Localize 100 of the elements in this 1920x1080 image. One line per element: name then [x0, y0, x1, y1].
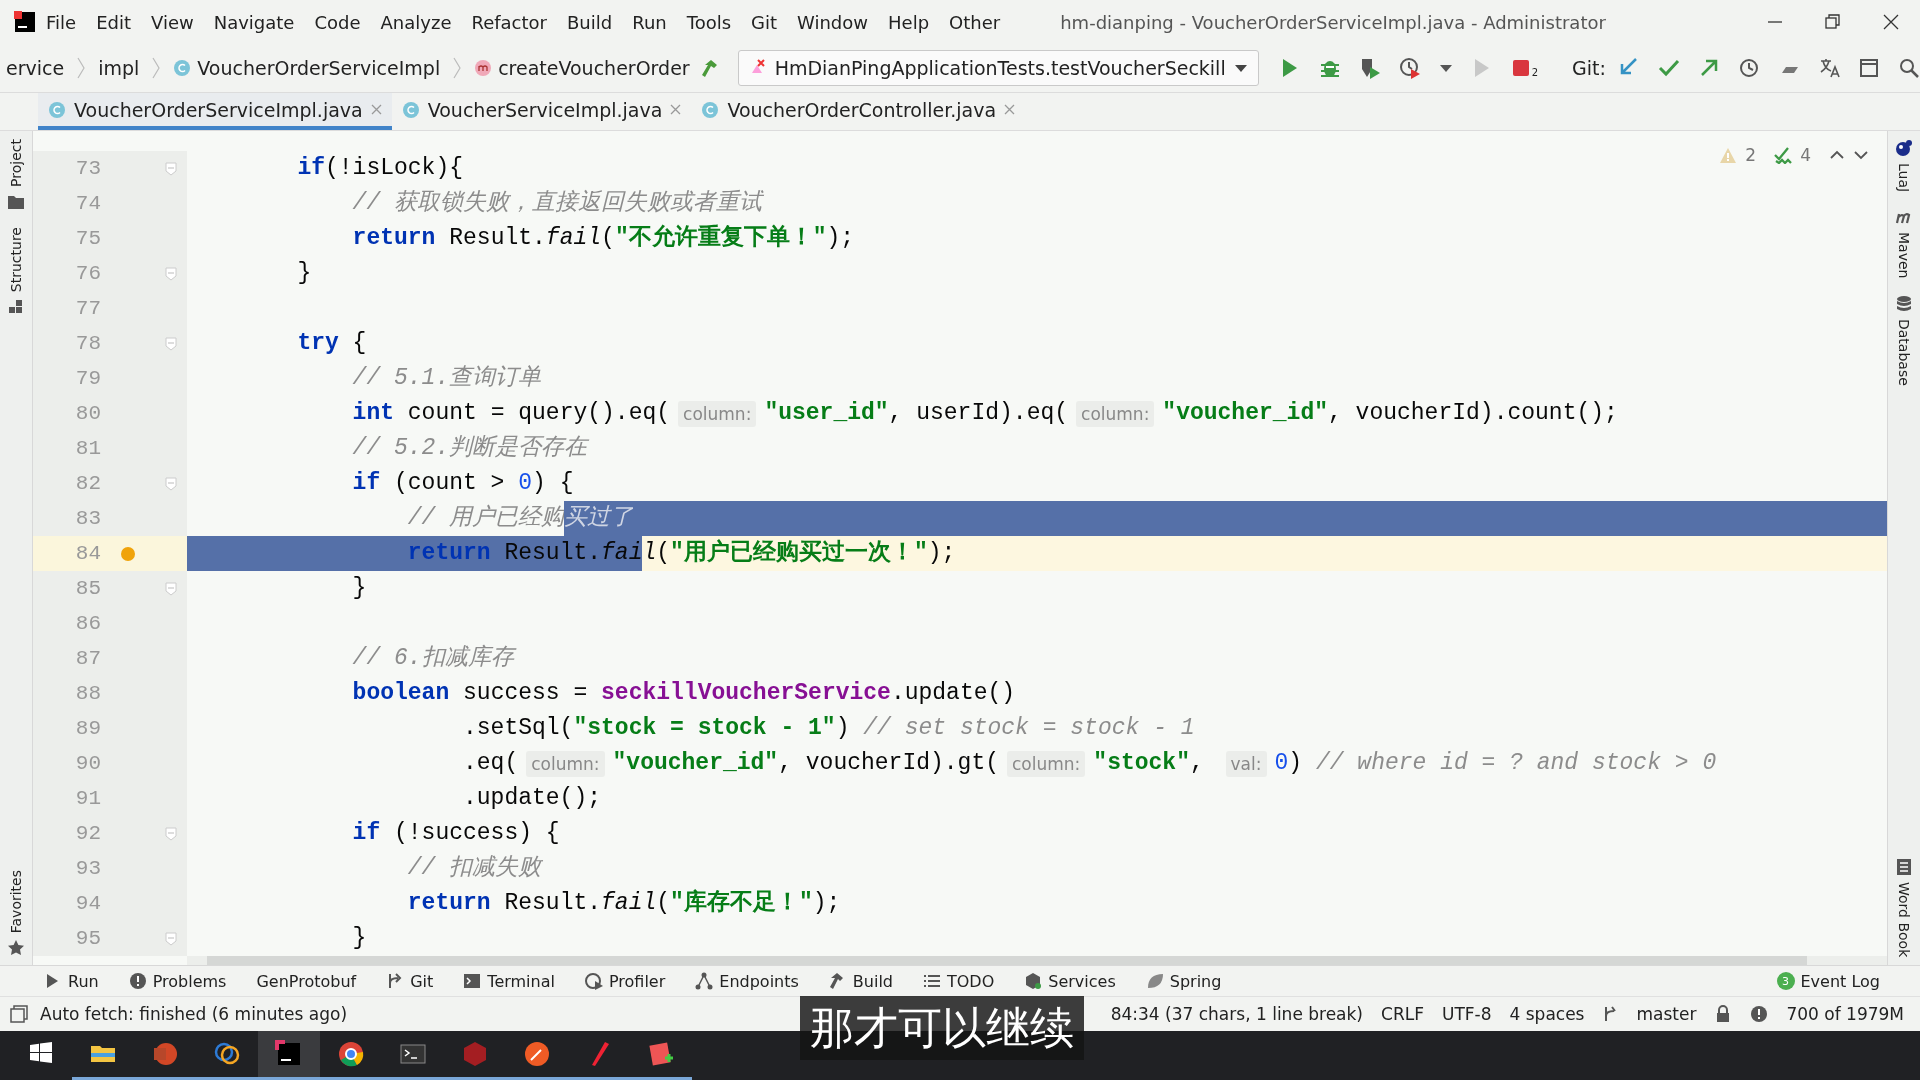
menu-item[interactable]: Refactor	[461, 11, 557, 33]
breadcrumb[interactable]: VoucherOrderServiceImpl	[167, 57, 447, 79]
line-number: 91	[74, 787, 101, 810]
browser-icon[interactable]	[337, 1040, 365, 1068]
tool-window-button[interactable]: Terminal	[463, 971, 555, 991]
tool-window-button[interactable]: Problems	[128, 971, 227, 991]
code-text: }	[297, 259, 312, 288]
breadcrumb[interactable]: createVoucherOrder	[468, 57, 696, 79]
status-item[interactable]: 4 spaces	[1509, 1004, 1585, 1024]
file-tab[interactable]: VoucherServiceImpl.java	[391, 93, 692, 130]
caret-icon[interactable]	[1438, 63, 1453, 73]
menu-item[interactable]: Help	[878, 11, 940, 33]
tool-window-button[interactable]: Project	[8, 139, 24, 187]
menu-item[interactable]: Other	[939, 11, 1011, 33]
line-number: 92	[74, 822, 101, 845]
stop-button[interactable]: 2	[1510, 58, 1539, 78]
ide-icon[interactable]	[275, 1040, 303, 1068]
app-logo-icon[interactable]	[14, 11, 36, 33]
warning-count: 2	[1745, 145, 1757, 165]
menu-item[interactable]: Navigate	[203, 11, 305, 33]
tool-window-button[interactable]: GenProtobuf	[256, 971, 357, 991]
menu-item[interactable]: Window	[787, 11, 879, 33]
code-keyword: if	[352, 819, 381, 848]
menu-item[interactable]: Build	[557, 11, 623, 33]
status-item[interactable]: UTF-8	[1441, 1004, 1492, 1024]
menu-item[interactable]: Code	[304, 11, 371, 33]
restore-icon[interactable]	[1824, 14, 1842, 30]
menu-item[interactable]: Git	[741, 11, 788, 33]
tool-window-button[interactable]: Profiler	[584, 971, 666, 991]
chevron-up-icon[interactable]	[1829, 149, 1845, 161]
checkmark-icon[interactable]	[1657, 57, 1680, 79]
window-icon[interactable]	[1857, 57, 1880, 79]
tool-window-button[interactable]: Spring	[1145, 971, 1222, 991]
chevron-down-icon[interactable]	[1853, 149, 1869, 161]
presentation-app-icon[interactable]	[151, 1040, 179, 1068]
method-name: fail	[545, 224, 602, 253]
file-tab[interactable]: VoucherOrderServiceImpl.java	[38, 93, 392, 130]
tool-window-button[interactable]: Endpoints	[695, 971, 799, 991]
menu-item[interactable]: Run	[622, 11, 677, 33]
tool-window-button[interactable]: Services	[1024, 971, 1116, 991]
line-number: 95	[74, 927, 101, 950]
panel-toggle-icon[interactable]	[10, 1005, 28, 1023]
fold-marker-icon[interactable]	[165, 336, 177, 351]
line-number: 76	[74, 262, 101, 285]
tool-window-button[interactable]: Structure	[8, 226, 24, 293]
parameter-hint: column:	[1007, 750, 1086, 777]
git-label: Git:	[1572, 57, 1606, 79]
close-icon[interactable]	[1882, 14, 1900, 30]
tool-window-button[interactable]: Run	[44, 971, 99, 991]
leaf-icon	[1145, 972, 1164, 990]
breadcrumb[interactable]: ervice	[0, 57, 71, 79]
code-comment: // 用户已经购	[407, 503, 565, 533]
menu-item[interactable]: Tools	[676, 11, 742, 33]
planet-icon[interactable]	[1895, 139, 1913, 157]
status-item[interactable]: CRLF	[1381, 1004, 1424, 1024]
profiler-icon[interactable]	[1398, 57, 1421, 79]
code-text: ) {	[532, 469, 574, 498]
file-tab[interactable]: VoucherOrderController.java	[691, 93, 1026, 130]
star-icon[interactable]	[7, 939, 25, 957]
menu-item[interactable]: File	[36, 11, 87, 33]
tool-window-button[interactable]: LuaJ	[1896, 163, 1912, 193]
event-log-button[interactable]: 3 Event Log	[1776, 971, 1880, 991]
tool-window-button[interactable]: Word Book	[1896, 881, 1912, 957]
fold-marker-icon[interactable]	[165, 826, 177, 841]
database-icon[interactable]	[1895, 294, 1913, 313]
fold-marker-icon[interactable]	[165, 266, 177, 281]
code-text: )	[1288, 749, 1304, 778]
number-literal: 0	[518, 469, 533, 498]
book-icon[interactable]	[1895, 857, 1913, 876]
tool-window-button[interactable]: Maven	[1896, 232, 1912, 279]
notepad-icon[interactable]	[647, 1040, 675, 1068]
fold-marker-icon[interactable]	[165, 476, 177, 491]
scrollbar-thumb[interactable]	[207, 956, 1807, 965]
code-text: (!success) {	[393, 819, 560, 848]
inspector-icon[interactable]	[1750, 1005, 1769, 1023]
breadcrumb[interactable]: impl	[92, 57, 146, 79]
tool-window-button[interactable]: Build	[828, 971, 893, 991]
status-item[interactable]: master	[1636, 1004, 1697, 1024]
tool-window-button[interactable]: Favorites	[8, 869, 24, 933]
menu-item[interactable]: Analyze	[370, 11, 462, 33]
menu-item[interactable]: Edit	[86, 11, 141, 33]
double-check-icon[interactable]	[1774, 146, 1793, 164]
line-number: 82	[74, 472, 101, 495]
tool-window-button[interactable]: TODO	[923, 971, 995, 991]
fold-marker-icon[interactable]	[165, 161, 177, 176]
run-configuration-dropdown[interactable]: HmDianPingApplicationTests.testVoucherSeckill	[737, 50, 1259, 86]
code-keyword: try	[297, 329, 339, 358]
history-icon[interactable]	[1737, 57, 1760, 79]
fold-marker-icon[interactable]	[165, 931, 177, 946]
number-literal: 0	[1274, 749, 1289, 778]
search-icon[interactable]	[1897, 57, 1920, 79]
tool-window-button[interactable]: Database	[1896, 318, 1912, 386]
fold-marker-icon[interactable]	[165, 581, 177, 596]
notification-count: 3	[1776, 972, 1795, 990]
tool-window-button[interactable]: Git	[386, 971, 434, 991]
menu-item[interactable]: View	[141, 11, 204, 33]
method-icon	[474, 59, 493, 77]
status-item[interactable]: 84:34 (37 chars, 1 line break)	[1110, 1004, 1363, 1024]
memory-indicator[interactable]: 700 of 1979M	[1786, 1004, 1904, 1024]
code-keyword: if	[352, 469, 381, 498]
